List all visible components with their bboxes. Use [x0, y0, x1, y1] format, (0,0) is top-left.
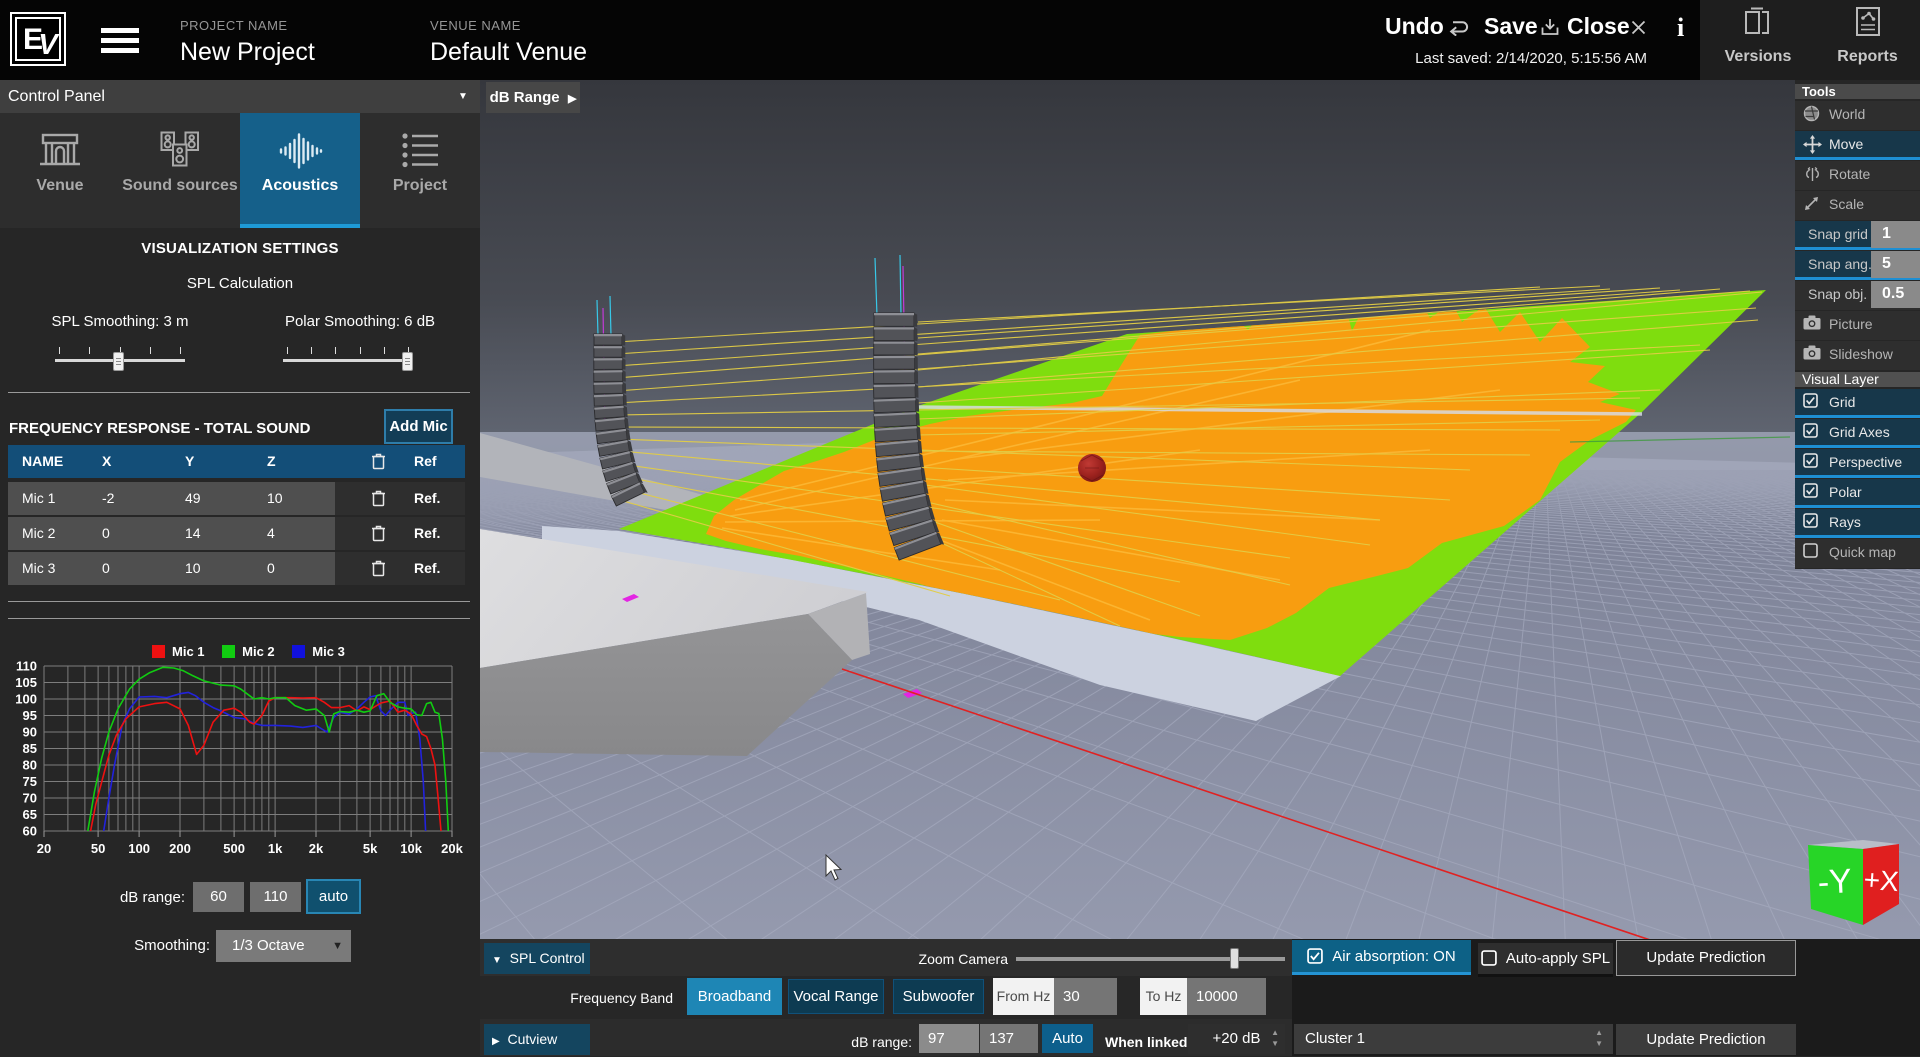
- svg-text:90: 90: [23, 725, 37, 740]
- svg-text:100: 100: [128, 841, 150, 856]
- svg-text:110: 110: [16, 660, 37, 674]
- svg-text:100: 100: [15, 692, 37, 707]
- svg-text:20: 20: [37, 841, 51, 856]
- svg-text:+X: +X: [1863, 864, 1900, 897]
- svg-text:105: 105: [15, 675, 37, 690]
- svg-text:50: 50: [91, 841, 105, 856]
- svg-text:80: 80: [23, 758, 37, 773]
- svg-text:-Y: -Y: [1817, 862, 1853, 902]
- svg-text:60: 60: [23, 824, 37, 839]
- svg-text:2k: 2k: [309, 841, 324, 856]
- svg-text:500: 500: [223, 841, 245, 856]
- svg-text:70: 70: [23, 791, 37, 806]
- svg-text:10k: 10k: [400, 841, 422, 856]
- svg-text:65: 65: [23, 807, 37, 822]
- svg-text:20k: 20k: [441, 841, 463, 856]
- svg-text:5k: 5k: [363, 841, 378, 856]
- svg-text:85: 85: [23, 741, 37, 756]
- svg-text:1k: 1k: [268, 841, 283, 856]
- svg-text:200: 200: [169, 841, 191, 856]
- svg-text:95: 95: [23, 708, 37, 723]
- svg-text:75: 75: [23, 774, 37, 789]
